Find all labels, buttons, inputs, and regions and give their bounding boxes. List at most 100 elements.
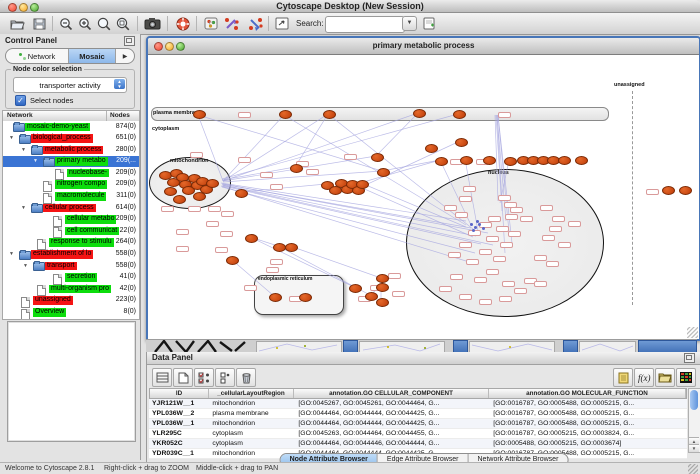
tree-row[interactable]: mosaic-demo-yeast874(0) [3,121,139,133]
tree-row[interactable]: ▼biological_process651(0) [3,133,139,145]
graph-node[interactable] [279,110,292,119]
tree-row[interactable]: ▼cellular process614(0) [3,202,139,214]
tree-row[interactable]: nucleobase-209(0) [3,167,139,179]
graph-node[interactable] [269,293,282,302]
matrix-icon[interactable] [676,368,696,387]
graph-node[interactable] [376,274,389,283]
graph-node[interactable] [290,164,303,173]
zoom-in-icon[interactable] [76,15,94,32]
network-window-titlebar[interactable]: primary metabolic process [148,38,699,55]
network-overview-panel[interactable] [7,321,136,442]
graph-node[interactable] [173,195,186,204]
hub-node[interactable] [472,229,475,232]
table-row[interactable]: YJR121W__1mitochondrion[GO:0045267, GO:0… [149,399,687,409]
color-attribute-dropdown[interactable]: transporter activity ▲▼ [13,77,127,93]
graph-node[interactable] [299,293,312,302]
graph-node[interactable] [323,110,336,119]
graph-node[interactable] [455,138,468,147]
tab-overflow-arrow-icon[interactable]: ▶ [116,49,134,63]
annotation-icon[interactable] [420,15,438,32]
graph-node[interactable] [377,168,390,177]
annotation-notes-icon[interactable] [613,368,633,387]
network-canvas[interactable]: plasma membrane cytoplasm mitochondrion … [148,55,699,339]
graph-node[interactable] [226,256,239,265]
expand-arrow-icon[interactable]: ▼ [33,158,38,164]
graph-node[interactable] [460,156,473,165]
save-icon[interactable] [30,15,48,32]
import-attributes-icon[interactable] [655,368,675,387]
window-resize-grip[interactable] [687,327,698,338]
float-panel-icon[interactable] [684,353,695,363]
tree-row[interactable]: cell communicat22(0) [3,225,139,237]
graph-node[interactable] [425,144,438,153]
expand-arrow-icon[interactable]: ▼ [21,205,26,211]
column-header[interactable]: ID [150,389,209,398]
tree-row[interactable]: ▼establishment of lo558(0) [3,249,139,261]
tree-row[interactable]: ▼transport558(0) [3,260,139,272]
snapshot-icon[interactable] [143,15,161,32]
attribute-table-icon[interactable] [152,368,172,387]
app-resize-grip[interactable] [688,464,698,474]
graph-node[interactable] [679,186,692,195]
hub-node[interactable] [482,227,485,230]
hub-node[interactable] [476,220,479,223]
tree-row[interactable]: macromolecule311(0) [3,191,139,203]
delete-attribute-icon[interactable] [236,368,256,387]
graph-node[interactable] [193,192,206,201]
graph-node[interactable] [575,156,588,165]
unselect-attributes-icon[interactable] [215,368,235,387]
new-attribute-icon[interactable] [173,368,193,387]
help-icon[interactable] [174,15,192,32]
tree-row[interactable]: unassigned223(0) [3,295,139,307]
tree-row[interactable]: cellular metabo209(0) [3,214,139,226]
table-row[interactable]: YLR295Ccytoplasm[GO:0045263, GO:0044464,… [149,429,687,439]
open-icon[interactable] [8,15,26,32]
graph-node[interactable] [371,153,384,162]
layout-b-icon[interactable] [247,15,265,32]
graph-node[interactable] [193,110,206,119]
graph-node[interactable] [662,186,675,195]
graph-node[interactable] [164,187,177,196]
zoom-out-icon[interactable] [57,15,75,32]
layout-a-icon[interactable] [223,15,241,32]
graph-node[interactable] [356,180,369,189]
table-row[interactable]: YPL036W__2plasma membrane[GO:0044464, GO… [149,409,687,419]
table-row[interactable]: YPL036W__1mitochondrion[GO:0044464, GO:0… [149,419,687,429]
hub-node[interactable] [478,223,481,226]
zoom-fit-icon[interactable] [95,15,113,32]
graph-node[interactable] [413,109,426,118]
expand-arrow-icon[interactable]: ▼ [21,147,26,153]
graph-node[interactable] [206,179,219,188]
scroll-down-icon[interactable]: ▼ [689,444,699,452]
table-row[interactable]: YKR052Ccytoplasm[GO:0044464, GO:0044446,… [149,439,687,449]
graph-node[interactable] [504,157,517,166]
graph-node[interactable] [435,157,448,166]
tree-row[interactable]: nitrogen compo209(0) [3,179,139,191]
search-input[interactable] [325,16,405,33]
expand-arrow-icon[interactable]: ▼ [23,263,28,269]
graph-node[interactable] [245,234,258,243]
tab-network[interactable]: Network [6,49,69,63]
tree-row[interactable]: Overview8(0) [3,307,139,319]
graph-node[interactable] [285,243,298,252]
hub-node[interactable] [470,223,473,226]
graph-node[interactable] [376,283,389,292]
graph-node[interactable] [483,156,496,165]
tree-row[interactable]: multi-organism pro42(0) [3,283,139,295]
graph-node[interactable] [558,156,571,165]
column-header[interactable]: annotation.GO MOLECULAR_FUNCTION [489,389,686,398]
tree-row[interactable]: response to stimulu264(0) [3,237,139,249]
attribute-table-header[interactable]: ID_cellularLayoutRegionannotation.GO CEL… [149,388,687,399]
tab-mosaic[interactable]: Mosaic [69,49,116,63]
select-nodes-checkbox[interactable]: ✓ [15,95,26,106]
tree-row[interactable]: secretion41(0) [3,272,139,284]
table-scrollbar[interactable]: ▲ ▼ [688,388,700,453]
formula-icon[interactable]: f(x) [634,368,654,387]
search-dropdown-icon[interactable]: ▼ [402,16,417,31]
vizmapper-icon[interactable] [273,15,291,32]
column-header[interactable]: _cellularLayoutRegion [209,389,294,398]
overview-icon[interactable] [202,15,220,32]
float-panel-icon[interactable] [124,36,135,46]
column-header[interactable]: annotation.GO CELLULAR_COMPONENT [294,389,489,398]
expand-arrow-icon[interactable]: ▼ [9,251,14,257]
